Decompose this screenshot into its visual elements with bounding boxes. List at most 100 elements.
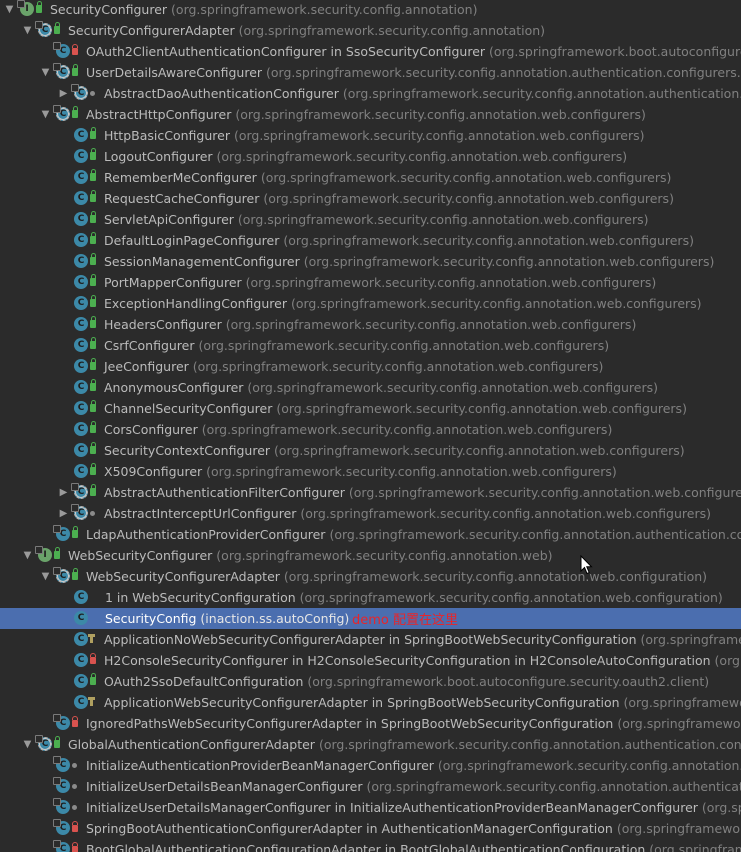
public-lock-icon: [72, 526, 78, 538]
package-name: (org.springframework.security.config.ann…: [245, 275, 657, 290]
expand-arrow-down-icon[interactable]: ▼: [39, 108, 52, 121]
tree-row[interactable]: C RememberMeConfigurer (org.springframewo…: [0, 167, 741, 188]
class-name: LogoutConfigurer: [104, 149, 213, 164]
tree-row[interactable]: C IgnoredPathsWebSecurityConfigurerAdapte…: [0, 713, 741, 734]
tree-row[interactable]: C X509Configurer (org.springframework.sec…: [0, 461, 741, 482]
package-private-icon: [72, 763, 77, 768]
expand-arrow-down-icon[interactable]: ▼: [21, 24, 34, 37]
type-hierarchy-tree[interactable]: ▼ I SecurityConfigurer (org.springframewor…: [0, 0, 741, 852]
tree-row[interactable]: C SecurityContextConfigurer (org.springfr…: [0, 440, 741, 461]
public-lock-icon: [54, 547, 60, 559]
tree-row[interactable]: C ChannelSecurityConfigurer (org.springfr…: [0, 398, 741, 419]
tree-row[interactable]: ▼ I WebSecurityConfigurer (org.springframe…: [0, 545, 741, 566]
class-name: ExceptionHandlingConfigurer: [104, 296, 287, 311]
package-name: (org.springframework.security.config.ann…: [198, 338, 610, 353]
tree-row[interactable]: ▼ C AbstractHttpConfigurer (org.springfram…: [0, 104, 741, 125]
public-lock-icon: [54, 736, 60, 748]
public-lock-icon: [90, 148, 96, 160]
package-name: (org.springframework.security.config.ann…: [342, 86, 741, 101]
class-name: RequestCacheConfigurer: [104, 191, 260, 206]
tree-row[interactable]: C HttpBasicConfigurer (org.springframewor…: [0, 125, 741, 146]
class-name: ServletApiConfigurer: [104, 212, 234, 227]
tree-row[interactable]: ▶ C AbstractDaoAuthenticationConfigurer (o…: [0, 83, 741, 104]
class-name: WebSecurityConfigurerAdapter: [86, 569, 280, 584]
tree-row[interactable]: C InitializeAuthenticationProviderBeanMan…: [0, 755, 741, 776]
package-name: (org.springframework.security.config.ann…: [216, 149, 628, 164]
class-icon: C: [74, 400, 90, 416]
public-lock-icon: [90, 358, 96, 370]
expand-arrow-right-icon[interactable]: ▶: [57, 87, 70, 100]
expand-arrow-down-icon[interactable]: ▼: [39, 66, 52, 79]
class-name: IgnoredPathsWebSecurityConfigurerAdapter…: [86, 716, 614, 731]
class-icon: C: [53, 819, 72, 836]
package-name: (org.springframework.security.config.ann…: [300, 506, 711, 521]
protected-icon: [88, 634, 95, 643]
expand-arrow-down-icon[interactable]: ▼: [21, 738, 34, 751]
expand-arrow-right-icon[interactable]: ▶: [57, 507, 70, 520]
class-icon: C: [53, 525, 72, 542]
interface-icon: I: [35, 546, 54, 563]
private-lock-icon: [90, 653, 96, 664]
class-name: GlobalAuthenticationConfigurerAdapter: [68, 737, 315, 752]
tree-row[interactable]: C OAuth2ClientAuthenticationConfigurer in…: [0, 41, 741, 62]
tree-row[interactable]: C LdapAuthenticationProviderConfigurer (o…: [0, 524, 741, 545]
package-name: (org.springframework.security.config.ann…: [233, 128, 645, 143]
class-icon: C: [74, 274, 90, 290]
expand-arrow-down-icon[interactable]: ▼: [39, 570, 52, 583]
class-icon: C: [74, 442, 90, 458]
class-icon: C: [74, 232, 90, 248]
tree-row[interactable]: C HeadersConfigurer (org.springframework.…: [0, 314, 741, 335]
tree-row[interactable]: ▼ I SecurityConfigurer (org.springframewor…: [0, 0, 741, 20]
tree-row[interactable]: C SessionManagementConfigurer (org.spring…: [0, 251, 741, 272]
tree-row[interactable]: C InitializeUserDetailsBeanManagerConfigu…: [0, 776, 741, 797]
tree-row[interactable]: C ApplicationNoWebSecurityConfigurerAdapt…: [0, 629, 741, 650]
package-name: (org.springframework.security.config.ann…: [216, 548, 553, 563]
public-lock-icon: [90, 190, 96, 202]
tree-row[interactable]: C ExceptionHandlingConfigurer (org.spring…: [0, 293, 741, 314]
expand-arrow-down-icon[interactable]: ▼: [3, 3, 16, 16]
package-name: (org.springframework.security.config.ann…: [274, 443, 685, 458]
package-name: (org.springf: [714, 653, 741, 668]
class-icon: C: [74, 295, 90, 311]
abstract-class-icon: C: [53, 105, 72, 122]
tree-row[interactable]: C BootGlobalAuthenticationConfigurationAd…: [0, 839, 741, 852]
public-lock-icon: [90, 379, 96, 391]
public-lock-icon: [90, 295, 96, 307]
package-name: (org.springframework.boo: [617, 716, 741, 731]
class-name: AbstractAuthenticationFilterConfigurer: [104, 485, 345, 500]
package-name: (org.springframework.security.config.ann…: [303, 254, 715, 269]
tree-row[interactable]: ▼ C GlobalAuthenticationConfigurerAdapter …: [0, 734, 741, 755]
tree-row[interactable]: C PortMapperConfigurer (org.springframewo…: [0, 272, 741, 293]
tree-row[interactable]: C OAuth2SsoDefaultConfiguration (org.spri…: [0, 671, 741, 692]
package-private-icon: [72, 805, 77, 810]
class-name: AbstractInterceptUrlConfigurer: [104, 506, 297, 521]
tree-row[interactable]: C DefaultLoginPageConfigurer (org.springf…: [0, 230, 741, 251]
tree-row[interactable]: C CorsConfigurer (org.springframework.sec…: [0, 419, 741, 440]
tree-row[interactable]: ▼ C UserDetailsAwareConfigurer (org.spring…: [0, 62, 741, 83]
public-lock-icon: [90, 673, 96, 685]
class-icon: C: [74, 211, 90, 227]
expand-arrow-down-icon[interactable]: ▼: [21, 549, 34, 562]
class-icon: C: [53, 777, 72, 794]
tree-row[interactable]: ▶ C AbstractInterceptUrlConfigurer (org.sp…: [0, 503, 741, 524]
package-name: (org.springframework.security.config.ann…: [225, 317, 637, 332]
class-icon: C: [53, 42, 72, 59]
package-name: (org.springframework.security.config.ann…: [329, 527, 741, 542]
tree-row[interactable]: C LogoutConfigurer (org.springframework.s…: [0, 146, 741, 167]
tree-row[interactable]: C AnonymousConfigurer (org.springframewor…: [0, 377, 741, 398]
tree-row[interactable]: C CsrfConfigurer (org.springframework.sec…: [0, 335, 741, 356]
class-name: SecurityConfigurerAdapter: [68, 23, 235, 38]
tree-row[interactable]: C SpringBootAuthenticationConfigurerAdapt…: [0, 818, 741, 839]
class-icon: C: [53, 714, 72, 731]
tree-row[interactable]: C ServletApiConfigurer (org.springframewo…: [0, 209, 741, 230]
tree-row[interactable]: C InitializeUserDetailsManagerConfigurer …: [0, 797, 741, 818]
tree-row[interactable]: ▼ C WebSecurityConfigurerAdapter (org.spri…: [0, 566, 741, 587]
tree-row[interactable]: C JeeConfigurer (org.springframework.secu…: [0, 356, 741, 377]
tree-row[interactable]: C RequestCacheConfigurer (org.springframe…: [0, 188, 741, 209]
tree-row[interactable]: ▶ C AbstractAuthenticationFilterConfigurer…: [0, 482, 741, 503]
tree-row[interactable]: C H2ConsoleSecurityConfigurer in H2Consol…: [0, 650, 741, 671]
tree-row[interactable]: ▼ C SecurityConfigurerAdapter (org.springf…: [0, 20, 741, 41]
tree-row[interactable]: C ApplicationWebSecurityConfigurerAdapter…: [0, 692, 741, 713]
tree-row[interactable]: C 1 in WebSecurityConfiguration (org.spri…: [0, 587, 741, 608]
expand-arrow-right-icon[interactable]: ▶: [57, 486, 70, 499]
